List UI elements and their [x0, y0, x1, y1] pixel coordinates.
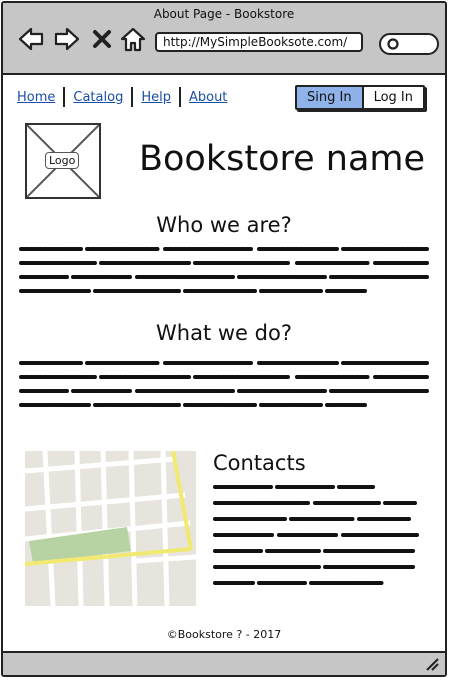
nav-link-help[interactable]: Help: [141, 90, 171, 105]
nav-divider: [131, 87, 134, 107]
nav-divider: [63, 87, 66, 107]
resize-grip-icon[interactable]: [425, 657, 439, 671]
store-name: Bookstore name: [139, 139, 426, 179]
footer-copyright: ©Bookstore ? - 2017: [166, 628, 282, 641]
contacts-heading: Contacts: [213, 451, 306, 475]
log-in-button[interactable]: Log In: [363, 87, 423, 108]
stop-icon[interactable]: [91, 25, 113, 53]
back-arrow-icon[interactable]: [17, 25, 45, 53]
sign-in-button[interactable]: Sing In: [297, 87, 364, 108]
nav-link-catalog[interactable]: Catalog: [73, 90, 123, 105]
main-nav: Home Catalog Help About: [17, 87, 227, 107]
scribbled-text-block: [19, 361, 429, 407]
nav-divider: [178, 87, 181, 107]
scribbled-text-block: [213, 485, 419, 585]
logo-placeholder: Logo: [25, 123, 101, 199]
nav-link-about[interactable]: About: [189, 90, 227, 105]
forward-arrow-icon[interactable]: [53, 25, 81, 53]
home-icon[interactable]: [119, 25, 147, 53]
browser-chrome: About Page - Bookstore http://MySimpleBo…: [3, 3, 445, 75]
address-bar[interactable]: http://MySimpleBooksote.com/: [155, 32, 363, 52]
who-we-are-heading: Who we are?: [156, 213, 292, 237]
search-icon: [387, 38, 399, 50]
logo-label: Logo: [45, 152, 80, 169]
window-title: About Page - Bookstore: [153, 7, 295, 21]
search-field[interactable]: [379, 33, 439, 55]
location-map[interactable]: [25, 451, 196, 606]
scribbled-text-block: [19, 247, 429, 293]
browser-window: About Page - Bookstore http://MySimpleBo…: [1, 1, 447, 677]
what-we-do-heading: What we do?: [156, 321, 292, 345]
status-bar: [3, 651, 445, 675]
auth-buttons: Sing In Log In: [295, 85, 425, 110]
nav-link-home[interactable]: Home: [17, 90, 55, 105]
